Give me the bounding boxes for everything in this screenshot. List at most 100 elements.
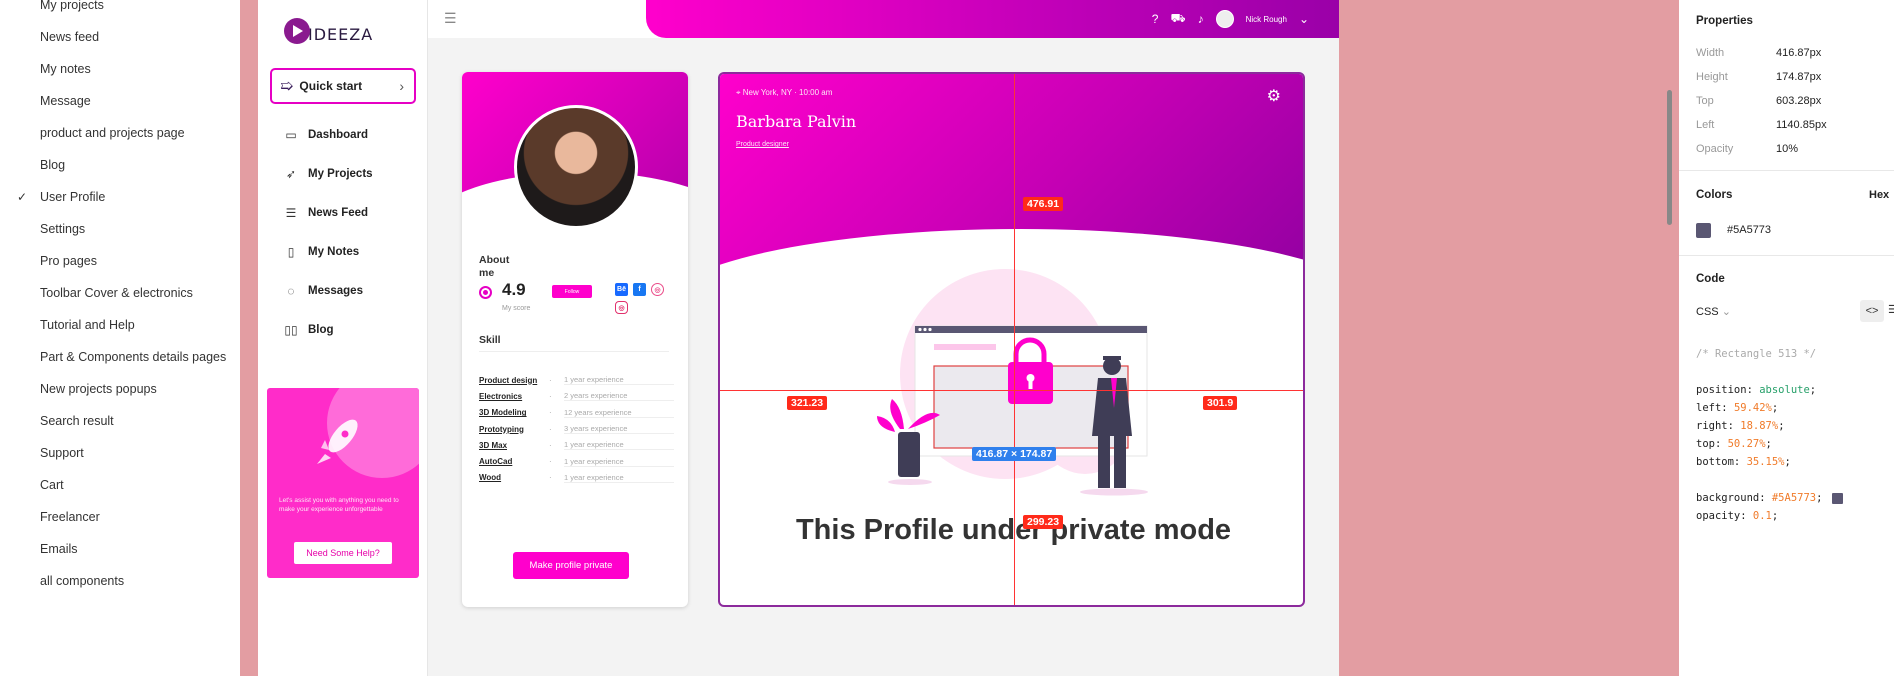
- skill-row: Wood · 1 year experience: [479, 470, 674, 486]
- list-icon: ☰: [285, 205, 297, 220]
- sidebar-item-projects[interactable]: ➶ My Projects: [284, 154, 373, 193]
- quick-start-button[interactable]: ➯ Quick start ›: [270, 68, 416, 104]
- page-item[interactable]: all components: [0, 565, 240, 597]
- sidebar-item-news-feed[interactable]: ☰ News Feed: [284, 193, 373, 232]
- code-language-select[interactable]: CSS ⌄: [1696, 305, 1731, 318]
- logo[interactable]: IDEEZA: [284, 18, 373, 44]
- sidebar-nav: ▭ Dashboard ➶ My Projects ☰ News Feed ▯ My N…: [284, 115, 373, 349]
- skill-name[interactable]: 3D Modeling: [479, 408, 549, 417]
- page-item[interactable]: product and projects page: [0, 117, 240, 149]
- skill-experience: 2 years experience: [564, 391, 674, 402]
- color-swatch[interactable]: [1696, 223, 1711, 238]
- chevron-down-icon[interactable]: ⌄: [1299, 12, 1309, 26]
- page-item-label: User Profile: [40, 190, 106, 204]
- page-item-label: New projects popups: [40, 382, 157, 396]
- about-title: About me: [479, 254, 510, 279]
- measure-line-vertical: [1014, 74, 1015, 605]
- color-hex-value[interactable]: #5A5773: [1727, 224, 1771, 236]
- page-item[interactable]: Freelancer: [0, 501, 240, 533]
- page-item[interactable]: Settings: [0, 213, 240, 245]
- sidebar-item-notes[interactable]: ▯ My Notes: [284, 232, 373, 271]
- topbar-actions: ? ⛟ ♪ Nick Rough ⌄: [1152, 10, 1309, 28]
- skill-name[interactable]: AutoCad: [479, 457, 549, 466]
- skill-name[interactable]: 3D Max: [479, 441, 549, 450]
- sidebar-item-label: My Notes: [308, 245, 360, 258]
- help-icon[interactable]: ?: [1152, 12, 1159, 26]
- list-view-icon[interactable]: ☰: [1888, 303, 1894, 316]
- private-profile-card[interactable]: ⌖ New York, NY · 10:00 am Barbara Palvin…: [718, 72, 1305, 607]
- skill-name[interactable]: Electronics: [479, 392, 549, 401]
- property-value[interactable]: 174.87px: [1776, 71, 1821, 83]
- design-frame[interactable]: IDEEZA ➯ Quick start › ▭ Dashboard ➶ My Pr…: [258, 0, 1339, 676]
- sidebar-item-label: Blog: [308, 323, 334, 336]
- document-icon: ▯: [287, 244, 295, 259]
- cart-icon[interactable]: ⛟: [1170, 11, 1185, 27]
- page-item[interactable]: Pro pages: [0, 245, 240, 277]
- page-item-selected[interactable]: ✓ User Profile: [0, 181, 240, 213]
- page-item[interactable]: Cart: [0, 469, 240, 501]
- bullet-icon: ·: [549, 408, 552, 418]
- property-row: Height 174.87px: [1696, 71, 1886, 83]
- page-item[interactable]: News feed: [0, 21, 240, 53]
- instagram-icon[interactable]: ◎: [615, 301, 628, 314]
- facebook-icon[interactable]: f: [633, 283, 646, 296]
- css-code-block[interactable]: /* Rectangle 513 */ position: absolute; …: [1696, 345, 1843, 525]
- code-value: 35.15%: [1746, 456, 1785, 468]
- code-value: 0.1: [1752, 510, 1772, 522]
- page-item[interactable]: Blog: [0, 149, 240, 181]
- property-value[interactable]: 10%: [1776, 143, 1798, 155]
- page-item[interactable]: Emails: [0, 533, 240, 565]
- sidebar-item-blog[interactable]: ▯▯ Blog: [284, 310, 373, 349]
- sidebar-item-dashboard[interactable]: ▭ Dashboard: [284, 115, 373, 154]
- dribbble-icon[interactable]: ◎: [651, 283, 664, 296]
- page-item-label: Settings: [40, 222, 86, 236]
- behance-icon[interactable]: Bē: [615, 283, 628, 296]
- page-item-label: Part & Components details pages: [40, 350, 227, 364]
- code-value: absolute: [1759, 384, 1810, 396]
- sidebar-item-messages[interactable]: ◌ Messages: [284, 271, 373, 310]
- bullet-icon: ·: [549, 457, 552, 467]
- profile-role[interactable]: Product designer: [736, 141, 789, 148]
- page-item[interactable]: Search result: [0, 405, 240, 437]
- page-item[interactable]: New projects popups: [0, 373, 240, 405]
- page-item[interactable]: Tutorial and Help: [0, 309, 240, 341]
- page-item[interactable]: Toolbar Cover & electronics: [0, 277, 240, 309]
- property-key: Width: [1696, 47, 1725, 59]
- property-key: Left: [1696, 119, 1715, 131]
- need-help-button[interactable]: Need Some Help?: [294, 542, 392, 564]
- property-value[interactable]: 416.87px: [1776, 47, 1821, 59]
- code-value: #5A5773: [1771, 492, 1817, 504]
- property-value[interactable]: 603.28px: [1776, 95, 1821, 107]
- bullet-icon: ·: [549, 440, 552, 450]
- skill-name[interactable]: Wood: [479, 473, 549, 482]
- user-name[interactable]: Nick Rough: [1246, 15, 1287, 24]
- page-item[interactable]: Message: [0, 85, 240, 117]
- quick-start-icon: ➯: [280, 78, 294, 95]
- skill-name[interactable]: Product design: [479, 376, 549, 385]
- hamburger-menu-icon[interactable]: ☰: [444, 10, 457, 27]
- chevron-right-icon: ›: [399, 78, 404, 94]
- gear-icon[interactable]: ⚙: [1267, 86, 1281, 106]
- page-item[interactable]: My projects: [0, 0, 240, 21]
- page-item[interactable]: Support: [0, 437, 240, 469]
- follow-button[interactable]: Follow: [552, 285, 592, 298]
- skills-list: Product design · 1 year experience Electro…: [479, 372, 674, 486]
- property-value[interactable]: 1140.85px: [1776, 119, 1827, 131]
- page-item[interactable]: My notes: [0, 53, 240, 85]
- pages-panel: My projects News feed My notes Message p…: [0, 0, 240, 676]
- user-avatar[interactable]: [1215, 10, 1234, 28]
- code-view-icon[interactable]: <>: [1860, 300, 1884, 322]
- rocket-icon: ➶: [285, 166, 297, 181]
- skill-row: 3D Modeling · 12 years experience: [479, 405, 674, 421]
- divider: [479, 351, 669, 352]
- skill-experience: 12 years experience: [564, 408, 674, 418]
- page-item[interactable]: Part & Components details pages: [0, 341, 240, 373]
- hex-format-toggle[interactable]: Hex: [1869, 189, 1889, 201]
- score-label: My score: [502, 305, 531, 312]
- make-private-button[interactable]: Make profile private: [513, 552, 629, 579]
- app-sidebar: IDEEZA ➯ Quick start › ▭ Dashboard ➶ My Pr…: [258, 0, 428, 676]
- properties-scrollbar[interactable]: [1667, 90, 1672, 225]
- selection-size-label: 416.87 × 174.87: [972, 447, 1057, 461]
- skill-name[interactable]: Prototyping: [479, 425, 549, 434]
- bell-icon[interactable]: ♪: [1198, 12, 1204, 26]
